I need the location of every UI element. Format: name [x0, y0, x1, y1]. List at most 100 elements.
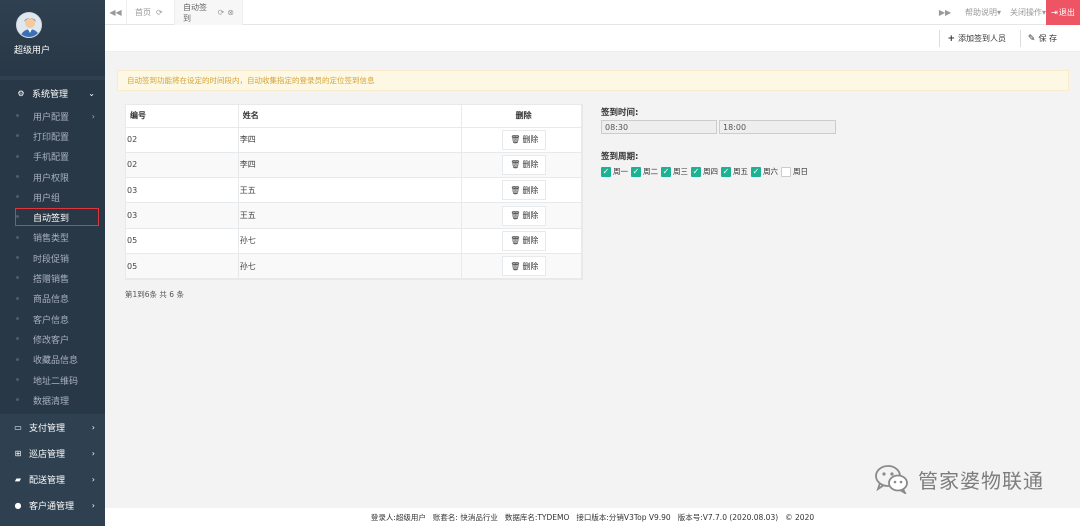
- weekday-checkbox[interactable]: ✓ 周一: [601, 166, 628, 177]
- sidebar-item-product-info[interactable]: 商品信息: [0, 289, 105, 309]
- sidebar-group-system[interactable]: ⚙ 系统管理 ⌄: [0, 80, 105, 106]
- table-row[interactable]: 02 李四 🗑 删除: [126, 152, 582, 179]
- delete-button[interactable]: 🗑 删除: [502, 205, 547, 226]
- help-dropdown[interactable]: 帮助说明 ▾: [965, 0, 1001, 25]
- sidebar-item-print-config[interactable]: 打印配置: [0, 126, 105, 146]
- trash-icon: 🗑: [510, 135, 521, 145]
- watermark-text: 管家婆物联通: [918, 468, 1044, 493]
- checkin-users-table: 编号 姓名 删除 02 李四 🗑 删除 02 李四 🗑 删除 03 王五 🗑 删除 03 王五 🗑 删除 05 孙…: [125, 104, 583, 281]
- user-avatar-icon: [17, 13, 41, 37]
- footer-login-user: 登录人:超级用户: [370, 512, 426, 522]
- cell-name: 李四: [238, 152, 463, 179]
- wechat-watermark: 管家婆物联通: [874, 464, 1044, 494]
- refresh-icon[interactable]: ⟳: [156, 8, 163, 17]
- cell-id: 03: [126, 202, 239, 229]
- user-name[interactable]: 超级用户: [14, 43, 50, 56]
- cell-id: 02: [126, 127, 239, 153]
- weekday-checkbox[interactable]: ✓ 周三: [661, 166, 688, 177]
- column-header-delete: 删除: [461, 105, 582, 128]
- chevron-right-icon: ›: [91, 422, 95, 432]
- trash-icon: 🗑: [510, 211, 521, 221]
- users-icon: ●: [14, 500, 22, 510]
- delete-button[interactable]: 🗑 删除: [502, 256, 547, 277]
- sidebar-item-auto-checkin[interactable]: 自动签到: [0, 207, 105, 227]
- checkbox-checked-icon[interactable]: ✓: [721, 166, 731, 177]
- sidebar-item-customer-info[interactable]: 客户信息: [0, 309, 105, 329]
- checkbox-checked-icon[interactable]: ✓: [691, 166, 701, 177]
- cell-name: 孙七: [238, 253, 463, 280]
- checkbox-checked-icon[interactable]: ✓: [661, 166, 671, 177]
- delete-button[interactable]: 🗑 删除: [502, 230, 547, 251]
- checkin-cycle-label: 签到周期:: [601, 152, 639, 162]
- cell-delete: 🗑 删除: [461, 127, 582, 153]
- weekday-checkbox-group: ✓ 周一 ✓ 周二 ✓ 周三 ✓ 周四 ✓ 周五 ✓ 周六 周日: [601, 166, 811, 177]
- sidebar-item-sales-type[interactable]: 销售类型: [0, 228, 105, 248]
- weekday-checkbox[interactable]: ✓ 周四: [691, 166, 718, 177]
- delete-button[interactable]: 🗑 删除: [502, 154, 547, 175]
- sidebar-group-store-patrol[interactable]: ⊞ 巡店管理 ›: [0, 440, 105, 466]
- weekday-checkbox[interactable]: 周日: [781, 166, 808, 177]
- checkbox-checked-icon[interactable]: ✓: [631, 166, 641, 177]
- cell-delete: 🗑 删除: [461, 177, 582, 204]
- sidebar-group-delivery[interactable]: ▰ 配送管理 ›: [0, 466, 105, 492]
- sidebar-item-bundle-sales[interactable]: 搭赠销售: [0, 268, 105, 288]
- save-button[interactable]: ✎ 保 存: [1019, 30, 1064, 47]
- logout-button[interactable]: ⇥ 退出: [1046, 0, 1080, 25]
- table-row[interactable]: 05 孙七 🗑 删除: [126, 228, 582, 254]
- add-checkin-user-button[interactable]: + 添加签到人员: [939, 30, 1013, 47]
- toolbar: + 添加签到人员 ✎ 保 存: [105, 25, 1080, 52]
- table-row[interactable]: 03 王五 🗑 删除: [126, 177, 582, 204]
- tab-bar: ◀◀ 首页 ⟳ 自动签到 ⟳ ⊗ ▶▶ 帮助说明 ▾ 关闭操作 ▾ ⇥ 退出: [105, 0, 1080, 25]
- sidebar-item-user-group[interactable]: 用户组: [0, 187, 105, 207]
- footer-version: 版本号:V7.7.0 (2020.08.03): [677, 512, 779, 522]
- sidebar-group-customer-link[interactable]: ● 客户通管理 ›: [0, 492, 105, 518]
- sidebar-item-time-promo[interactable]: 时段促销: [0, 248, 105, 268]
- cell-delete: 🗑 删除: [461, 228, 582, 254]
- sidebar-item-address-qrcode[interactable]: 地址二维码: [0, 370, 105, 390]
- chevron-right-icon: ›: [91, 500, 95, 510]
- plus-icon: +: [947, 33, 955, 44]
- weekday-checkbox[interactable]: ✓ 周六: [751, 166, 778, 177]
- checkbox-checked-icon[interactable]: ✓: [751, 166, 761, 177]
- footer-status-bar: 登录人:超级用户 账套名: 快消品行业 数据库名:TYDEMO 接口版本:分销V…: [105, 508, 1080, 526]
- trash-icon: 🗑: [510, 160, 521, 170]
- sidebar-item-user-permissions[interactable]: 用户权限: [0, 167, 105, 187]
- column-header-id[interactable]: 编号: [126, 105, 239, 128]
- cell-id: 02: [126, 152, 239, 179]
- close-icon[interactable]: ⊗: [227, 8, 234, 17]
- cell-id: 05: [126, 253, 239, 280]
- sidebar-group-payment[interactable]: ▭ 支付管理 ›: [0, 414, 105, 440]
- footer-api-version: 接口版本:分销V3Top V9.90: [576, 512, 671, 522]
- delete-button[interactable]: 🗑 删除: [502, 180, 547, 201]
- tab-scroll-right-button[interactable]: ▶▶: [937, 0, 953, 25]
- weekday-checkbox[interactable]: ✓ 周二: [631, 166, 658, 177]
- tab-home[interactable]: 首页 ⟳: [127, 0, 175, 25]
- sidebar-item-collection-info[interactable]: 收藏品信息: [0, 350, 105, 370]
- cell-name: 李四: [238, 127, 463, 153]
- checkbox-empty-icon[interactable]: [781, 166, 791, 177]
- sidebar-item-edit-customer[interactable]: 修改客户: [0, 329, 105, 349]
- table-row[interactable]: 03 王五 🗑 删除: [126, 202, 582, 229]
- caret-down-icon: ▾: [996, 8, 1001, 17]
- sidebar-item-user-config[interactable]: 用户配置 ›: [0, 106, 105, 126]
- cell-name: 孙七: [238, 228, 463, 254]
- time-start-input[interactable]: 08:30: [601, 120, 717, 134]
- time-end-input[interactable]: 18:00: [719, 120, 836, 134]
- table-row[interactable]: 05 孙七 🗑 删除: [126, 253, 582, 280]
- cell-delete: 🗑 删除: [461, 253, 582, 280]
- sidebar-item-mobile-config[interactable]: 手机配置: [0, 147, 105, 167]
- delete-button[interactable]: 🗑 删除: [502, 129, 547, 150]
- refresh-icon[interactable]: ⟳: [218, 8, 225, 17]
- checkbox-checked-icon[interactable]: ✓: [601, 166, 611, 177]
- close-ops-dropdown[interactable]: 关闭操作 ▾: [1010, 0, 1046, 25]
- system-submenu: 用户配置 › 打印配置 手机配置 用户权限 用户组 自动签到 销售类型 时段促销 …: [0, 106, 105, 415]
- chevron-right-icon: ›: [91, 474, 95, 484]
- sidebar: 超级用户 ⚙ 系统管理 ⌄ 用户配置 › 打印配置 手机配置 用户权限 用户组 自…: [0, 0, 105, 526]
- tab-scroll-left-button[interactable]: ◀◀: [105, 0, 127, 25]
- avatar[interactable]: [16, 12, 42, 38]
- sidebar-item-data-cleanup[interactable]: 数据清理: [0, 390, 105, 410]
- weekday-checkbox[interactable]: ✓ 周五: [721, 166, 748, 177]
- column-header-name[interactable]: 姓名: [238, 105, 463, 128]
- tab-auto-checkin[interactable]: 自动签到 ⟳ ⊗: [175, 0, 243, 25]
- table-row[interactable]: 02 李四 🗑 删除: [126, 127, 582, 153]
